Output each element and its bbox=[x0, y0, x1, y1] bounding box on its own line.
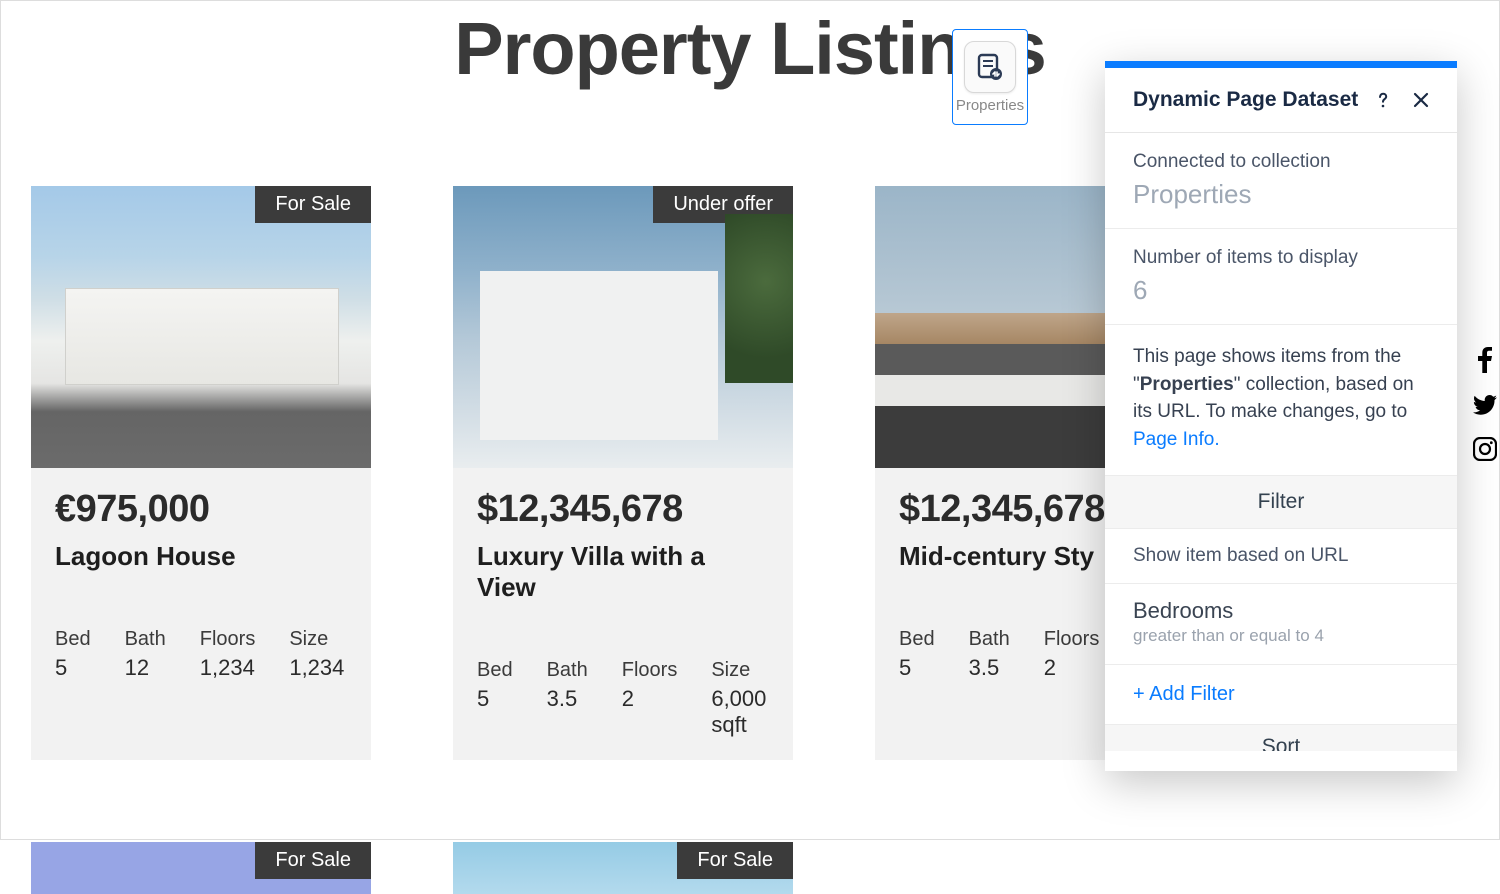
stat-label: Floors bbox=[1044, 628, 1100, 651]
listing-price: €975,000 bbox=[55, 488, 347, 531]
listing-photo: Under offer bbox=[453, 186, 793, 468]
sort-section-header: Sort bbox=[1105, 725, 1457, 751]
filter-show-label: Show item based on URL bbox=[1105, 529, 1457, 584]
stat-label: Floors bbox=[622, 659, 678, 682]
stat-value: 12 bbox=[125, 655, 166, 681]
instagram-icon[interactable] bbox=[1473, 437, 1497, 461]
dataset-icon bbox=[964, 41, 1016, 93]
stat-label: Floors bbox=[200, 628, 256, 651]
listing-card[interactable]: Under offer $12,345,678 Luxury Villa wit… bbox=[453, 186, 793, 760]
field-label: Number of items to display bbox=[1133, 247, 1429, 269]
listing-card[interactable]: For Sale bbox=[453, 842, 793, 894]
stat-value: 1,234 bbox=[289, 655, 344, 681]
stat-label: Bed bbox=[55, 628, 91, 651]
help-icon[interactable] bbox=[1369, 86, 1397, 114]
stat-label: Bath bbox=[969, 628, 1010, 651]
add-filter-button[interactable]: + Add Filter bbox=[1105, 665, 1457, 725]
status-badge: For Sale bbox=[677, 842, 793, 879]
status-badge: For Sale bbox=[255, 186, 371, 223]
stat-value: 2 bbox=[622, 686, 678, 712]
items-count-section[interactable]: Number of items to display 6 bbox=[1105, 229, 1457, 325]
stat-value: 1,234 bbox=[200, 655, 256, 681]
listing-photo: For Sale bbox=[31, 186, 371, 468]
page-info-link[interactable]: Page Info. bbox=[1133, 429, 1220, 450]
filter-rule[interactable]: Bedrooms greater than or equal to 4 bbox=[1105, 584, 1457, 665]
stat-value: 3.5 bbox=[969, 655, 1010, 681]
social-rail bbox=[1471, 347, 1499, 461]
card-body: €975,000 Lagoon House Bed 5 Bath 12 Floors… bbox=[31, 468, 371, 703]
items-count-value: 6 bbox=[1133, 275, 1429, 306]
listing-name: Luxury Villa with a View bbox=[477, 541, 769, 603]
description-section: This page shows items from the "Properti… bbox=[1105, 325, 1457, 476]
card-body: $12,345,678 Luxury Villa with a View Bed… bbox=[453, 468, 793, 760]
stat-label: Size bbox=[711, 659, 769, 682]
field-value: Properties bbox=[1133, 179, 1429, 210]
panel-title: Dynamic Page Dataset bbox=[1133, 88, 1359, 112]
field-label: Connected to collection bbox=[1133, 151, 1429, 173]
stat-value: 2 bbox=[1044, 655, 1100, 681]
stat-label: Bath bbox=[125, 628, 166, 651]
desc-collection-name: Properties bbox=[1140, 374, 1234, 395]
stat-label: Size bbox=[289, 628, 344, 651]
dataset-badge-label: Properties bbox=[956, 97, 1024, 114]
stat-value: 5 bbox=[477, 686, 513, 712]
stat-value: 5 bbox=[55, 655, 91, 681]
stat-label: Bath bbox=[547, 659, 588, 682]
status-badge: For Sale bbox=[255, 842, 371, 879]
connected-collection-section: Connected to collection Properties bbox=[1105, 133, 1457, 229]
panel-header: Dynamic Page Dataset bbox=[1105, 68, 1457, 133]
filter-section-header: Filter bbox=[1105, 476, 1457, 529]
filter-rule-condition: greater than or equal to 4 bbox=[1133, 626, 1429, 646]
filter-rule-field: Bedrooms bbox=[1133, 598, 1429, 624]
stat-label: Bed bbox=[899, 628, 935, 651]
listings-row-2: For Sale For Sale bbox=[1, 842, 1499, 894]
listing-card[interactable]: For Sale bbox=[31, 842, 371, 894]
listing-price: $12,345,678 bbox=[477, 488, 769, 531]
dataset-element-badge[interactable]: Properties bbox=[952, 29, 1028, 125]
facebook-icon[interactable] bbox=[1477, 347, 1493, 373]
panel-accent bbox=[1105, 61, 1457, 68]
listing-name: Lagoon House bbox=[55, 541, 347, 572]
status-badge: Under offer bbox=[653, 186, 793, 223]
listing-photo: For Sale bbox=[453, 842, 793, 894]
listing-card[interactable]: For Sale €975,000 Lagoon House Bed 5 Bath… bbox=[31, 186, 371, 760]
stat-value: 3.5 bbox=[547, 686, 588, 712]
twitter-icon[interactable] bbox=[1473, 395, 1497, 415]
stat-label: Bed bbox=[477, 659, 513, 682]
dataset-settings-panel: Dynamic Page Dataset Connected to collec… bbox=[1105, 61, 1457, 771]
listing-photo: For Sale bbox=[31, 842, 371, 894]
stat-value: 6,000 sqft bbox=[711, 686, 769, 738]
stat-value: 5 bbox=[899, 655, 935, 681]
close-icon[interactable] bbox=[1407, 86, 1435, 114]
